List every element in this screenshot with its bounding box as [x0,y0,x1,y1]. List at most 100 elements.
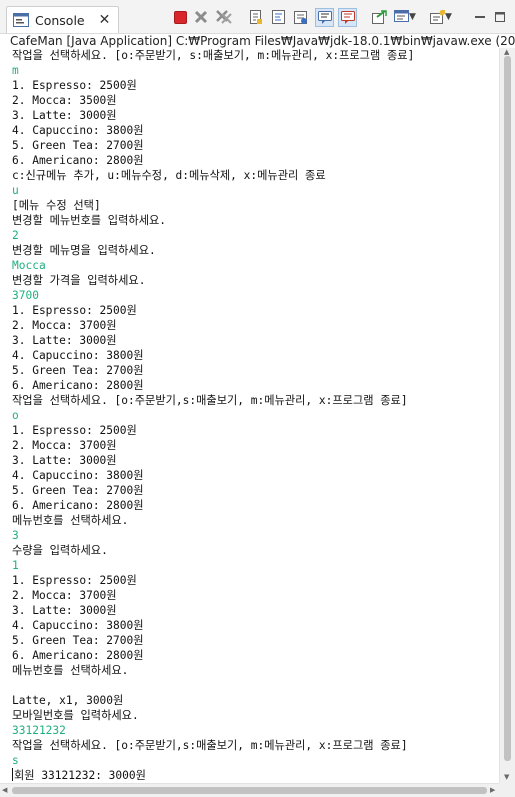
vertical-scrollbar[interactable]: ▲ ▼ [499,48,515,783]
console-line-text: 변경할 메뉴명을 입력하세요. [12,244,156,257]
console-line-text: 6. Americano: 2800원 [12,154,144,167]
console-output-line: 6. Americano: 2800원 [12,378,499,393]
scroll-right-icon[interactable]: ▶ [490,786,495,794]
console-line-text: 모바일번호를 입력하세요. [12,709,139,722]
console-output-line: 3. Latte: 3000원 [12,333,499,348]
console-output-line: 3. Latte: 3000원 [12,603,499,618]
console-line-text: 2. Mocca: 3700원 [12,319,117,332]
console-output-line: Latte, x1, 3000원 [12,693,499,708]
console-output-line: 1. Espresso: 2500원 [12,573,499,588]
console-line-text: 2. Mocca: 3700원 [12,589,117,602]
console-line-text: 4. Capuccino: 3800원 [12,469,144,482]
scrollbar-corner [499,783,515,797]
console-toolbar: Console ✕ ▼ ▼ [0,0,515,34]
console-output-line: 1. Espresso: 2500원 [12,78,499,93]
horizontal-scroll-thumb[interactable] [12,787,487,794]
console-line-text: 수량을 입력하세요. [12,544,108,557]
text-cursor [12,768,13,781]
console-output-line: 6. Americano: 2800원 [12,498,499,513]
console-output-line: 6. Americano: 2800원 [12,153,499,168]
console-line-text: o [12,409,19,422]
console-line-text: 3. Latte: 3000원 [12,109,117,122]
console-output-line: 3. Latte: 3000원 [12,453,499,468]
console-output-line: 작업을 선택하세요. [o:주문받기,s:매출보기, m:메뉴관리, x:프로그… [12,738,499,753]
console-line-text: 1. Espresso: 2500원 [12,79,137,92]
word-wrap-icon[interactable] [270,9,286,25]
vertical-scroll-thumb[interactable] [504,56,511,761]
console-input-line: m [12,63,499,78]
console-output-line: 변경할 가격을 입력하세요. [12,273,499,288]
remove-all-terminated-icon[interactable] [216,9,232,25]
console-line-text: 6. Americano: 2800원 [12,649,144,662]
console-output-line: 1. Espresso: 2500원 [12,423,499,438]
console-output-line: 4. Capuccino: 3800원 [12,618,499,633]
console-line-text: 1. Espresso: 2500원 [12,424,137,437]
open-console-icon[interactable]: ▼ [394,9,424,25]
console-output-line: 수량을 입력하세요. [12,543,499,558]
console-line-text: Mocca [12,259,46,272]
console-line-text: 1 [12,559,19,572]
console-line-text: c:신규메뉴 추가, u:메뉴수정, d:메뉴삭제, x:메뉴관리 종료 [12,169,326,182]
chevron-down-icon[interactable]: ▼ [445,12,452,22]
console-output-line: 2. Mocca: 3700원 [12,438,499,453]
console-output-line: 1. Espresso: 2500원 [12,303,499,318]
show-when-stderr-icon[interactable] [338,8,357,27]
scroll-left-icon[interactable]: ◀ [2,786,7,794]
console-output-line: 3. Latte: 3000원 [12,108,499,123]
console-input-line: 2 [12,228,499,243]
console-input-line: 3 [12,528,499,543]
minimize-icon[interactable] [472,9,488,25]
console-line-text: 5. Green Tea: 2700원 [12,139,144,152]
console-line-text: 5. Green Tea: 2700원 [12,484,144,497]
pin-console-icon[interactable] [292,9,308,25]
console-output-line: 메뉴번호를 선택하세요. [12,663,499,678]
console-output[interactable]: 작업을 선택하세요. [o:주문받기, s:매출보기, m:메뉴관리, x:프로… [0,48,499,783]
console-output-line: 2. Mocca: 3700원 [12,588,499,603]
remove-launch-icon[interactable] [193,9,209,25]
horizontal-scrollbar[interactable]: ◀ ▶ [0,783,499,797]
console-line-text: 변경할 가격을 입력하세요. [12,274,146,287]
console-line-text: 4. Capuccino: 3800원 [12,619,144,632]
console-line-text: 작업을 선택하세요. [o:주문받기,s:매출보기, m:메뉴관리, x:프로그… [12,739,408,752]
console-output-line: 변경할 메뉴번호를 입력하세요. [12,213,499,228]
console-line-text: 5. Green Tea: 2700원 [12,364,144,377]
display-selected-console-icon[interactable] [371,9,387,25]
scroll-down-icon[interactable]: ▼ [504,773,509,781]
console-input-line: 33121232 [12,723,499,738]
console-tab[interactable]: Console ✕ [6,6,120,33]
terminate-icon[interactable] [172,9,188,25]
scroll-up-icon[interactable]: ▲ [504,48,509,56]
console-output-line: 2. Mocca: 3500원 [12,93,499,108]
console-line-text: m [12,64,19,77]
console-line-text: 변경할 메뉴번호를 입력하세요. [12,214,167,227]
console-output-line: [메뉴 수정 선택] [12,198,499,213]
console-line-text: 1. Espresso: 2500원 [12,304,137,317]
console-process-header: CafeMan [Java Application] C:₩Program Fi… [10,34,515,48]
console-line-text: 회원 33121232: 3000원 [14,769,146,782]
console-line-text: 메뉴번호를 선택하세요. [12,514,129,527]
console-line-text: 2. Mocca: 3700원 [12,439,117,452]
new-console-icon[interactable]: ▼ [430,9,460,25]
console-output-line: 4. Capuccino: 3800원 [12,348,499,363]
console-input-line: u [12,183,499,198]
close-icon[interactable]: ✕ [99,12,111,28]
console-output-line: 변경할 메뉴명을 입력하세요. [12,243,499,258]
chevron-down-icon[interactable]: ▼ [409,12,416,22]
console-output-line: 작업을 선택하세요. [o:주문받기,s:매출보기, m:메뉴관리, x:프로그… [12,393,499,408]
console-line-text: 작업을 선택하세요. [o:주문받기, s:매출보기, m:메뉴관리, x:프로… [12,49,415,62]
console-output-line: 작업을 선택하세요. [o:주문받기, s:매출보기, m:메뉴관리, x:프로… [12,48,499,63]
console-output-line: c:신규메뉴 추가, u:메뉴수정, d:메뉴삭제, x:메뉴관리 종료 [12,168,499,183]
console-line-text: 3700 [12,289,39,302]
console-output-line: 5. Green Tea: 2700원 [12,483,499,498]
scroll-lock-icon[interactable] [248,9,264,25]
console-line-text: 3. Latte: 3000원 [12,604,117,617]
console-line-text: u [12,184,19,197]
maximize-icon[interactable] [492,9,508,25]
console-line-text: 메뉴번호를 선택하세요. [12,664,129,677]
console-tab-label: Console [35,12,85,28]
console-output-line: 4. Capuccino: 3800원 [12,123,499,138]
console-line-text: 4. Capuccino: 3800원 [12,124,144,137]
console-input-line: 1 [12,558,499,573]
show-when-stdout-icon[interactable] [315,8,334,27]
